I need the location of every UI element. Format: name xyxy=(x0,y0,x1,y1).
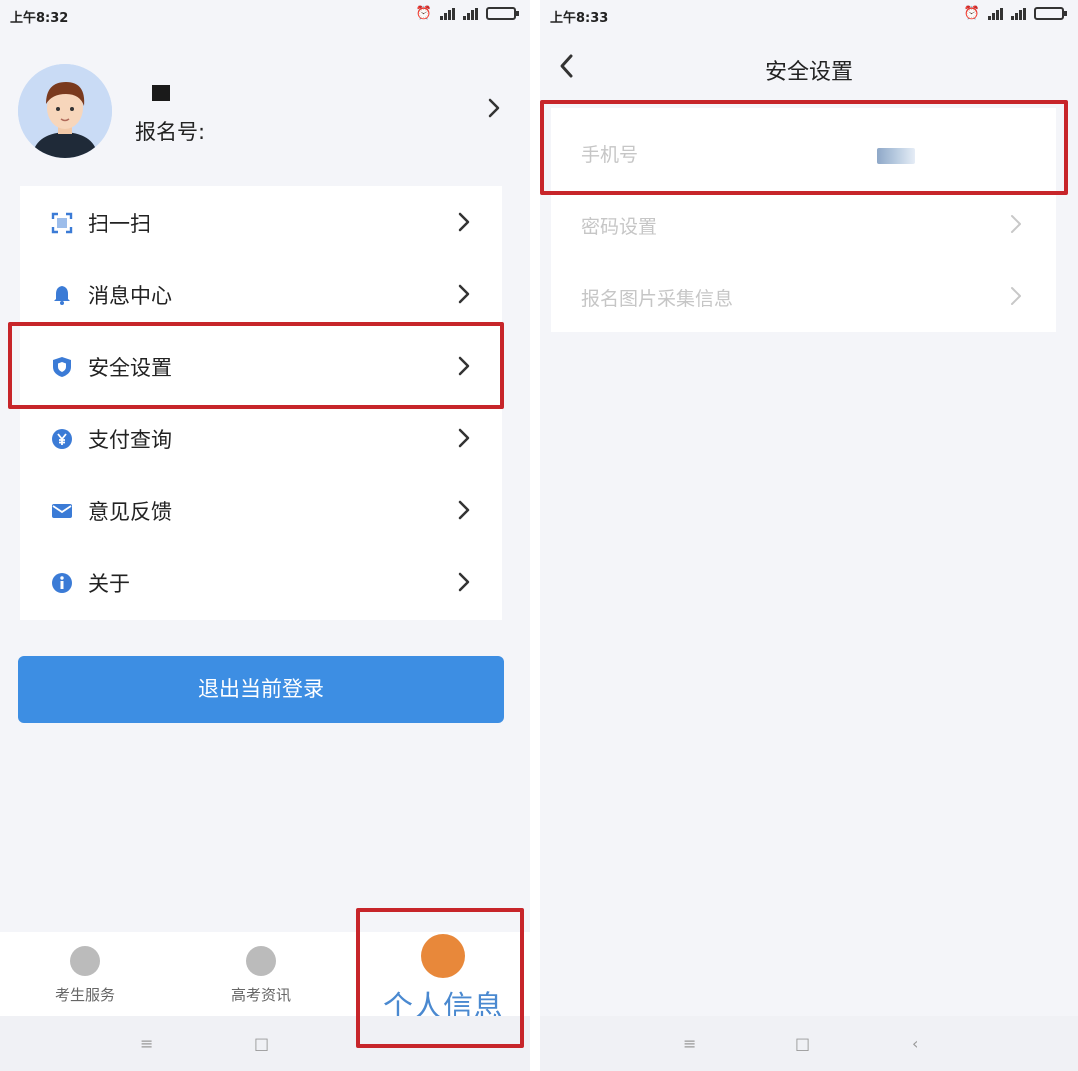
bottom-tab-bar: 考生服务 高考资讯 个人信息 xyxy=(0,932,530,1025)
yen-icon xyxy=(52,429,72,449)
avatar[interactable] xyxy=(18,64,112,158)
status-bar: 上午8:33 ⏰ xyxy=(540,0,1078,30)
chevron-right-icon xyxy=(454,282,474,310)
tab-label: 高考资讯 xyxy=(230,986,291,1004)
menu-item-label: 消息中心 xyxy=(88,284,172,308)
chevron-right-icon xyxy=(454,426,474,454)
menu-item-label: 关于 xyxy=(88,572,130,596)
menu-item-label: 支付查询 xyxy=(88,428,172,452)
menu-item-messages[interactable]: 消息中心 xyxy=(20,258,502,330)
chevron-right-icon xyxy=(1006,212,1026,240)
list-item-password[interactable]: 密码设置 xyxy=(551,188,1056,260)
status-time: 上午8:32 xyxy=(10,11,69,26)
list-item-photo-info[interactable]: 报名图片采集信息 xyxy=(551,260,1056,332)
shield-icon xyxy=(53,357,71,377)
personal-info-screen: 上午8:32 ⏰ 报名号: 扫一扫 消息中心 安全设置 支付查询 意见反馈 关于… xyxy=(0,0,530,1071)
security-settings-list: 手机号 密码设置 报名图片采集信息 xyxy=(551,108,1056,332)
alarm-icon: ⏰ xyxy=(415,6,432,21)
tab-exam-news[interactable]: 高考资讯 xyxy=(176,932,346,1016)
settings-menu: 扫一扫 消息中心 安全设置 支付查询 意见反馈 关于 xyxy=(20,186,502,620)
security-settings-screen: 上午8:33 ⏰ 安全设置 手机号 密码设置 报名图片采集信息 ≡ □ ‹ xyxy=(540,0,1078,1071)
home-nav-icon[interactable]: □ xyxy=(795,1034,810,1053)
status-icons: ⏰ xyxy=(963,6,1067,21)
menu-item-label: 扫一扫 xyxy=(88,212,151,236)
system-nav-bar: ≡ □ ‹ xyxy=(540,1016,1078,1071)
menu-item-label: 意见反馈 xyxy=(88,500,172,524)
scan-icon xyxy=(51,212,73,234)
list-item-phone[interactable]: 手机号 xyxy=(551,116,1056,188)
signal-icon xyxy=(440,7,455,20)
menu-nav-icon[interactable]: ≡ xyxy=(140,1034,153,1053)
bell-icon xyxy=(54,286,70,305)
menu-item-scan[interactable]: 扫一扫 xyxy=(20,186,502,258)
list-item-label: 报名图片采集信息 xyxy=(581,288,734,310)
chevron-right-icon xyxy=(454,354,474,382)
menu-item-feedback[interactable]: 意见反馈 xyxy=(20,474,502,546)
tab-personal-info[interactable]: 个人信息 xyxy=(358,932,528,1025)
system-nav-bar: ≡ □ xyxy=(0,1016,530,1071)
registration-number-label: 报名号: xyxy=(135,120,206,144)
home-nav-icon[interactable]: □ xyxy=(254,1034,269,1053)
chevron-right-icon[interactable] xyxy=(484,96,504,124)
menu-nav-icon[interactable]: ≡ xyxy=(683,1034,696,1053)
signal-icon xyxy=(463,7,478,20)
menu-item-security[interactable]: 安全设置 xyxy=(20,330,502,402)
chevron-right-icon xyxy=(1006,284,1026,312)
logout-button[interactable]: 退出当前登录 xyxy=(18,656,504,723)
back-nav-icon[interactable]: ‹ xyxy=(912,1034,918,1053)
list-item-label: 密码设置 xyxy=(581,216,658,238)
mail-icon xyxy=(52,504,72,518)
menu-item-about[interactable]: 关于 xyxy=(20,546,502,618)
signal-icon xyxy=(1011,7,1026,20)
status-bar: 上午8:32 ⏰ xyxy=(0,0,530,30)
info-icon xyxy=(52,573,72,593)
battery-icon xyxy=(486,7,519,20)
tab-label: 考生服务 xyxy=(54,986,115,1004)
menu-item-label: 安全设置 xyxy=(88,356,172,380)
chevron-right-icon xyxy=(454,210,474,238)
chevron-right-icon xyxy=(454,570,474,598)
list-item-label: 手机号 xyxy=(581,144,639,166)
chevron-right-icon xyxy=(454,498,474,526)
news-icon xyxy=(246,946,276,976)
user-name-redacted xyxy=(152,85,170,101)
status-time: 上午8:33 xyxy=(550,11,609,26)
menu-item-payment[interactable]: 支付查询 xyxy=(20,402,502,474)
status-icons: ⏰ xyxy=(415,6,519,21)
tab-candidate-services[interactable]: 考生服务 xyxy=(0,932,170,1016)
user-avatar-icon xyxy=(18,64,112,158)
heart-icon xyxy=(70,946,100,976)
signal-icon xyxy=(988,7,1003,20)
profile-icon xyxy=(421,934,465,978)
page-title: 安全设置 xyxy=(764,60,853,85)
phone-number-redacted xyxy=(877,148,915,164)
alarm-icon: ⏰ xyxy=(963,6,980,21)
battery-icon xyxy=(1034,7,1067,20)
